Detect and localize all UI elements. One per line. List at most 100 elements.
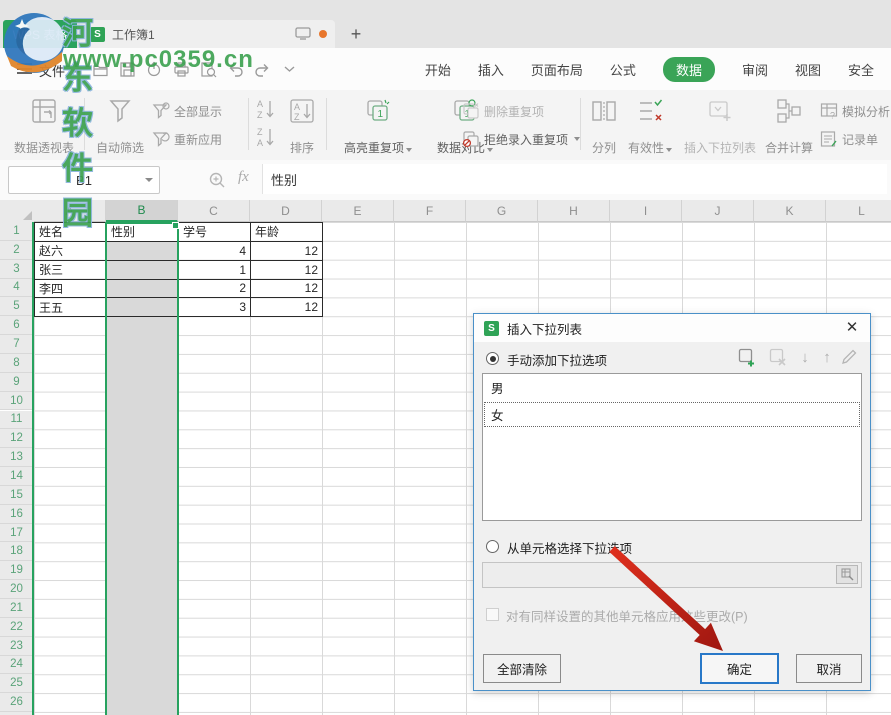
- file-menu[interactable]: 文件: [39, 61, 65, 80]
- row-header-24[interactable]: 24: [0, 656, 34, 675]
- monitor-icon[interactable]: [295, 27, 311, 40]
- row-header-1[interactable]: 1: [0, 222, 34, 241]
- tab-data-active[interactable]: 数据: [663, 57, 715, 82]
- insert-dropdown-list-button[interactable]: 插入下拉列表: [680, 95, 760, 159]
- dialog-title-bar[interactable]: S 插入下拉列表: [474, 314, 870, 342]
- grid-cell-B1[interactable]: 性别: [107, 223, 179, 242]
- grid-cell-D2[interactable]: 12: [251, 242, 323, 261]
- highlight-duplicates-button[interactable]: 1 高亮重复项: [330, 95, 426, 159]
- row-header-11[interactable]: 11: [0, 411, 34, 430]
- grid-cell-B4[interactable]: [107, 280, 179, 299]
- tab-page-layout[interactable]: 页面布局: [531, 60, 583, 79]
- edit-option-button[interactable]: [839, 347, 859, 367]
- grid-cell-D3[interactable]: 12: [251, 261, 323, 280]
- pivot-table-button[interactable]: 数据透视表: [6, 95, 82, 159]
- row-header-19[interactable]: 19: [0, 561, 34, 580]
- grid-cell-C4[interactable]: 2: [179, 280, 251, 299]
- grid-cell-D4[interactable]: 12: [251, 280, 323, 299]
- row-header-2[interactable]: 2: [0, 241, 34, 260]
- dropdown-options-list[interactable]: 男 女: [482, 373, 862, 521]
- sort-button[interactable]: AZ 排序: [282, 95, 322, 159]
- row-header-10[interactable]: 10: [0, 392, 34, 411]
- row-header-13[interactable]: 13: [0, 448, 34, 467]
- export-icon[interactable]: [146, 61, 163, 78]
- cancel-button[interactable]: 取消: [796, 654, 862, 683]
- row-header-18[interactable]: 18: [0, 542, 34, 561]
- file-menu-caret-icon[interactable]: [73, 70, 81, 74]
- fx-icon[interactable]: fx: [238, 169, 249, 186]
- row-header-25[interactable]: 25: [0, 674, 34, 693]
- option-item-focused[interactable]: 女: [483, 401, 861, 428]
- validation-button[interactable]: 有效性: [626, 95, 674, 159]
- grid-cell-B5[interactable]: [107, 298, 179, 317]
- zoom-search-icon[interactable]: [208, 171, 226, 189]
- column-header-E[interactable]: E: [322, 200, 394, 222]
- row-header-12[interactable]: 12: [0, 429, 34, 448]
- add-option-button[interactable]: [737, 347, 757, 367]
- move-down-button[interactable]: ↓: [795, 347, 815, 367]
- dialog-close-icon[interactable]: ✕: [843, 319, 861, 337]
- column-header-L[interactable]: L: [826, 200, 891, 222]
- autofilter-button[interactable]: 自动筛选: [90, 95, 150, 159]
- grid-cell-A3[interactable]: 张三: [35, 261, 107, 280]
- grid-cell-B3[interactable]: [107, 261, 179, 280]
- reapply-button[interactable]: 重新应用: [152, 128, 222, 150]
- name-box-caret-icon[interactable]: [145, 178, 153, 182]
- what-if-analysis-button[interactable]: ? 模拟分析: [820, 100, 890, 122]
- column-header-C[interactable]: C: [178, 200, 250, 222]
- column-header-B[interactable]: B: [106, 200, 178, 222]
- column-header-A[interactable]: A: [34, 200, 106, 222]
- option-item[interactable]: 男: [483, 374, 861, 401]
- reject-duplicates-button[interactable]: 拒绝录入重复项: [462, 128, 580, 150]
- row-header-15[interactable]: 15: [0, 486, 34, 505]
- grid-cell-A2[interactable]: 赵六: [35, 242, 107, 261]
- tab-insert[interactable]: 插入: [478, 60, 504, 79]
- grid-cell-A1[interactable]: 姓名: [35, 223, 107, 242]
- row-header-6[interactable]: 6: [0, 316, 34, 335]
- grid-cell-D1[interactable]: 年龄: [251, 223, 323, 242]
- name-box[interactable]: B1: [8, 166, 160, 194]
- column-header-F[interactable]: F: [394, 200, 466, 222]
- row-header-17[interactable]: 17: [0, 524, 34, 543]
- grid-cell-C1[interactable]: 学号: [179, 223, 251, 242]
- consolidate-button[interactable]: 合并计算: [762, 95, 816, 159]
- tab-view[interactable]: 视图: [795, 60, 821, 79]
- clear-all-button[interactable]: 全部清除: [483, 654, 561, 683]
- apply-to-similar-checkbox[interactable]: [486, 608, 499, 621]
- more-commands-icon[interactable]: [281, 61, 298, 78]
- column-header-J[interactable]: J: [682, 200, 754, 222]
- selection-fill-handle[interactable]: [172, 222, 179, 229]
- save-icon[interactable]: [119, 61, 136, 78]
- grid-cell-C3[interactable]: 1: [179, 261, 251, 280]
- remove-duplicates-button[interactable]: 删除重复项: [462, 100, 544, 122]
- row-header-21[interactable]: 21: [0, 599, 34, 618]
- tab-review[interactable]: 审阅: [742, 60, 768, 79]
- move-up-button[interactable]: ↑: [817, 347, 837, 367]
- cell-range-input[interactable]: [482, 562, 862, 588]
- grid-cell-B2[interactable]: [107, 242, 179, 261]
- row-header-26[interactable]: 26: [0, 693, 34, 712]
- row-header-5[interactable]: 5: [0, 297, 34, 316]
- row-header-14[interactable]: 14: [0, 467, 34, 486]
- row-header-20[interactable]: 20: [0, 580, 34, 599]
- show-all-button[interactable]: 全部显示: [152, 100, 222, 122]
- row-header-9[interactable]: 9: [0, 373, 34, 392]
- column-header-K[interactable]: K: [754, 200, 826, 222]
- row-header-23[interactable]: 23: [0, 637, 34, 656]
- manual-options-radio[interactable]: [486, 352, 499, 365]
- column-header-D[interactable]: D: [250, 200, 322, 222]
- grid-cell-C5[interactable]: 3: [179, 298, 251, 317]
- wps-app-button[interactable]: WPS 表格: [3, 20, 77, 48]
- record-form-button[interactable]: 记录单: [820, 128, 878, 150]
- tab-home[interactable]: 开始: [425, 60, 451, 79]
- row-header-8[interactable]: 8: [0, 354, 34, 373]
- hamburger-menu-icon[interactable]: [17, 63, 32, 74]
- row-header-7[interactable]: 7: [0, 335, 34, 354]
- tab-security[interactable]: 安全: [848, 60, 874, 79]
- grid-cell-A5[interactable]: 王五: [35, 298, 107, 317]
- print-preview-icon[interactable]: [200, 61, 217, 78]
- column-header-H[interactable]: H: [538, 200, 610, 222]
- redo-icon[interactable]: [254, 61, 271, 78]
- row-header-16[interactable]: 16: [0, 505, 34, 524]
- grid-cell-D5[interactable]: 12: [251, 298, 323, 317]
